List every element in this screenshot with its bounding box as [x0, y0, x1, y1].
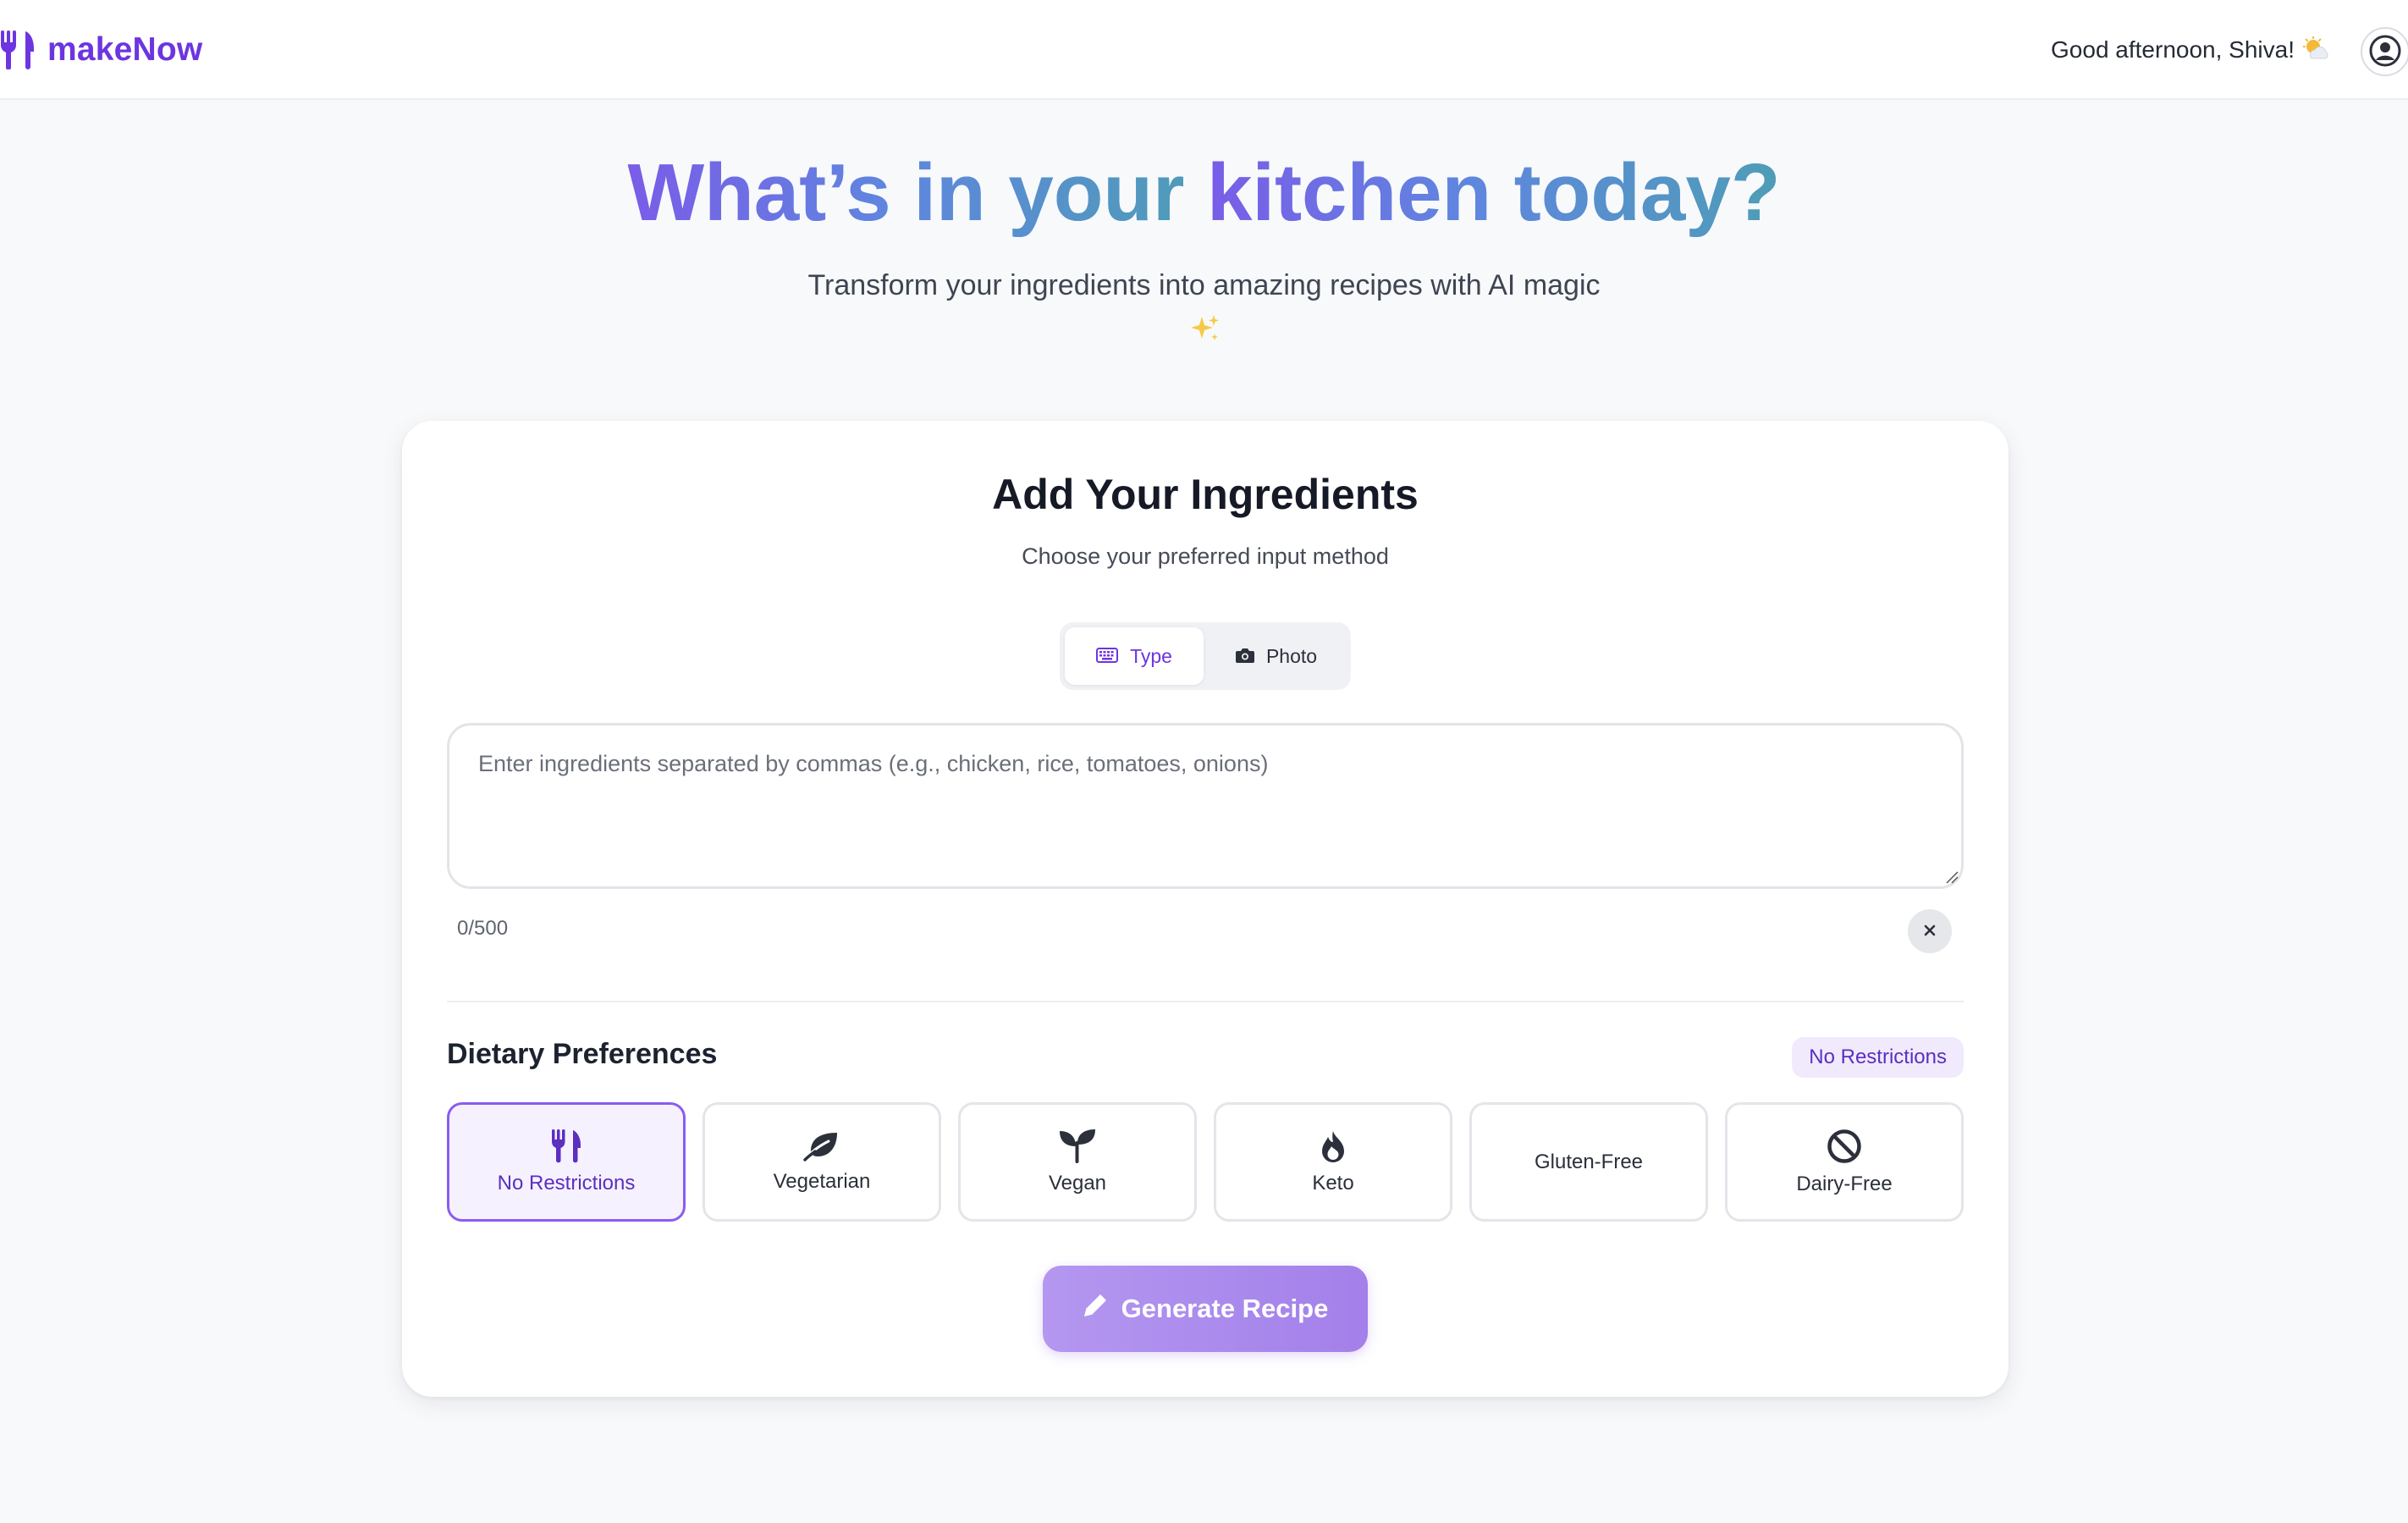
dietary-preferences-title: Dietary Preferences [447, 1038, 718, 1070]
ingredients-card: Add Your Ingredients Choose your preferr… [402, 421, 2009, 1397]
utensils-icon [0, 30, 36, 69]
seedling-icon [1059, 1128, 1096, 1163]
sparkles-icon [1190, 313, 1221, 344]
diet-option-label: Vegan [1048, 1171, 1107, 1195]
hero-subtitle: Transform your ingredients into amazing … [807, 269, 1601, 301]
diet-options: No Restrictions Vegetarian Vegan Keto Gl… [447, 1102, 1964, 1222]
tab-type[interactable]: Type [1065, 627, 1204, 685]
diet-option-label: No Restrictions [497, 1171, 636, 1195]
greeting-text: Good afternoon, Shiva! [2051, 36, 2295, 63]
diet-option-label: Vegetarian [773, 1169, 871, 1193]
tab-photo[interactable]: Photo [1207, 627, 1346, 685]
sun-behind-cloud-icon [2302, 36, 2330, 63]
section-divider [447, 1001, 1964, 1002]
selected-diet-badge: No Restrictions [1792, 1037, 1964, 1078]
hero-title-part1: What’s in your [627, 147, 1208, 238]
tab-type-label: Type [1130, 644, 1172, 667]
tab-photo-label: Photo [1265, 644, 1318, 667]
diet-option-dairy-free[interactable]: Dairy-Free [1725, 1102, 1964, 1222]
diet-option-label: Keto [1312, 1171, 1354, 1195]
ban-icon [1827, 1128, 1862, 1164]
generate-recipe-label: Generate Recipe [1121, 1294, 1329, 1323]
keyboard-icon [1096, 645, 1119, 668]
diet-option-keto[interactable]: Keto [1214, 1102, 1452, 1222]
diet-option-vegetarian[interactable]: Vegetarian [703, 1102, 941, 1222]
ingredients-input[interactable] [447, 723, 1964, 889]
brand-name: makeNow [47, 31, 203, 68]
diet-option-gluten-free[interactable]: Gluten-Free [1469, 1102, 1708, 1222]
close-icon [1923, 924, 1937, 940]
diet-option-no-restrictions[interactable]: No Restrictions [447, 1102, 686, 1222]
generate-recipe-button[interactable]: Generate Recipe [1043, 1266, 1368, 1352]
diet-option-label: Gluten-Free [1534, 1150, 1644, 1173]
pencil-icon [1083, 1293, 1108, 1325]
brand-logo-link[interactable]: makeNow [0, 25, 202, 74]
hero-title-part2: kitchen today? [1207, 147, 1781, 238]
card-title: Add Your Ingredients [992, 471, 1419, 518]
top-navbar: makeNow Good afternoon, Shiva! [0, 0, 2408, 100]
greeting: Good afternoon, Shiva! [2051, 29, 2330, 71]
leaf-icon [803, 1131, 840, 1162]
diet-option-label: Dairy-Free [1796, 1172, 1893, 1195]
camera-icon [1235, 645, 1254, 668]
fire-icon [1319, 1129, 1347, 1163]
utensils-icon [551, 1128, 581, 1163]
resize-handle-icon[interactable] [1945, 870, 1959, 884]
clear-input-button[interactable] [1908, 909, 1952, 953]
char-counter: 0/500 [457, 917, 509, 940]
user-circle-icon [2369, 35, 2401, 69]
hero-title: What’s in your kitchen today? [0, 142, 2408, 244]
card-subtitle: Choose your preferred input method [1022, 544, 1389, 569]
input-mode-switch: Type Photo [1060, 622, 1351, 690]
diet-option-vegan[interactable]: Vegan [958, 1102, 1197, 1222]
user-avatar-button[interactable] [2361, 27, 2408, 76]
